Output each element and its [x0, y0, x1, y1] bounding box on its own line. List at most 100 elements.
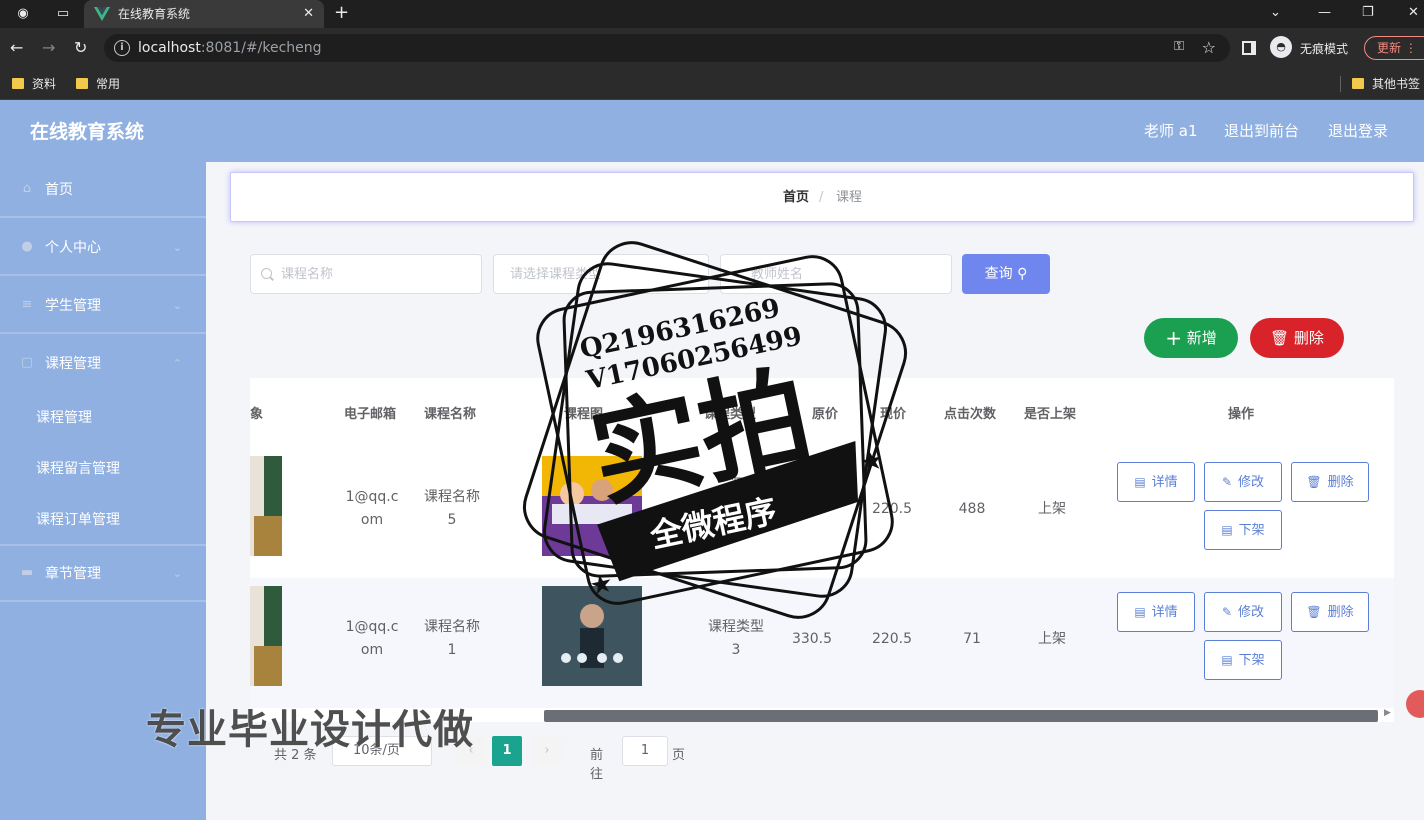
horizontal-scrollbar[interactable]: [544, 710, 1378, 722]
folder-icon: [76, 78, 88, 89]
table-row: 1@qq.c om 课程名称 1 课程类型 3 330.5 220.5 71 上架 ▤…: [250, 578, 1394, 708]
forward-icon[interactable]: →: [42, 38, 55, 58]
goto-label: 前往: [590, 748, 604, 782]
bookmark-divider: [1340, 76, 1341, 92]
prev-page-button[interactable]: ‹: [456, 736, 486, 766]
chevron-down-icon: ⌄: [172, 299, 182, 312]
goto-page-input[interactable]: 1: [622, 736, 668, 766]
delete-button[interactable]: 🗑 删除: [1291, 462, 1369, 502]
browser-tab-active[interactable]: 在线教育系统 ✕: [84, 0, 324, 28]
folder-icon: [1352, 78, 1364, 89]
side-panel-icon[interactable]: [1242, 41, 1256, 55]
globe-icon[interactable]: ◉: [14, 5, 32, 23]
page-number-active[interactable]: 1: [492, 736, 522, 766]
price-cell: 220.5: [871, 501, 913, 517]
bookmarks-bar: 资料 常用 其他书签: [0, 68, 1424, 100]
user-icon: ●: [21, 239, 33, 254]
breadcrumb-separator: /: [819, 190, 824, 205]
other-bookmarks[interactable]: 其他书签: [1352, 76, 1420, 92]
sidebar: ⌂ 首页 ● 个人中心 ⌄ ≡ 学生管理 ⌄ ▢ 课程管理 ⌃ 课程管理 课程留…: [0, 162, 206, 820]
price-cell: 220.5: [871, 631, 913, 647]
course-type-cell: 课: [729, 477, 743, 493]
browser-tab-strip: ◉ ▭ 在线教育系统 ✕ + ⌄ — ❐ ✕: [0, 0, 1424, 28]
book-icon: ▢: [20, 355, 34, 370]
update-button[interactable]: 更新 ⋮: [1364, 36, 1424, 60]
course-name-cell: 课程名称 1: [424, 619, 480, 658]
email-cell: 1@qq.c om: [345, 489, 399, 528]
sidebar-subitem-course-manage[interactable]: 课程管理: [0, 392, 206, 443]
sidebar-item-label: 课程管理: [45, 356, 101, 372]
course-image: [542, 586, 642, 686]
breadcrumb: 首页 / 课程: [230, 172, 1414, 222]
column-header: 现价: [880, 407, 907, 422]
status-cell: 上架: [1038, 501, 1066, 517]
plus-icon: +: [1165, 326, 1182, 350]
restore-icon[interactable]: ❐: [1362, 3, 1374, 23]
sidebar-item-label: 学生管理: [45, 298, 101, 314]
email-cell: 1@qq.c om: [345, 619, 399, 658]
table-row: 1@qq.c om 课程名称 5 课 220.5 488 上架 ▤ 详情 ✎ 修改 🗑 删…: [250, 448, 1394, 578]
teacher-name-input[interactable]: 教师姓名: [720, 254, 952, 294]
course-type-select[interactable]: 请选择课程类型: [493, 254, 709, 294]
column-header: 原价: [812, 407, 839, 422]
column-header: 操作: [1228, 407, 1255, 422]
window-icon[interactable]: ▭: [54, 5, 72, 23]
document-icon: ▤: [1134, 605, 1146, 619]
delete-button[interactable]: 🗑 删除: [1291, 592, 1369, 632]
trash-icon: 🗑: [1270, 329, 1290, 347]
info-icon[interactable]: i: [114, 40, 130, 56]
close-window-icon[interactable]: ✕: [1408, 3, 1419, 23]
offshelf-button[interactable]: ▤ 下架: [1204, 510, 1282, 550]
edit-button[interactable]: ✎ 修改: [1204, 462, 1282, 502]
batch-delete-button[interactable]: 🗑 删除: [1250, 318, 1344, 358]
course-type-placeholder: 请选择课程类型: [510, 267, 602, 282]
pencil-icon: ✎: [1221, 605, 1233, 619]
current-user: 老师 a1: [1144, 122, 1198, 140]
status-cell: 上架: [1038, 631, 1066, 647]
column-header: 课程名称: [424, 407, 477, 422]
minimize-icon[interactable]: —: [1318, 3, 1331, 23]
breadcrumb-home[interactable]: 首页: [783, 189, 809, 207]
app-title: 在线教育系统: [30, 121, 145, 143]
detail-button[interactable]: ▤ 详情: [1117, 462, 1195, 502]
sidebar-item-chapters[interactable]: ▬ 章节管理 ⌄: [0, 546, 206, 602]
bookmark-star-icon[interactable]: ☆: [1202, 38, 1216, 57]
sidebar-item-personal[interactable]: ● 个人中心 ⌄: [0, 220, 206, 276]
chevron-down-icon[interactable]: ⌄: [1270, 3, 1281, 23]
key-icon[interactable]: ⚿: [1174, 39, 1184, 54]
main-area: 首页 / 课程 课程名称 请选择课程类型 教师姓名 查询 ⚲ + 新增 🗑 删除…: [206, 162, 1424, 820]
sidebar-item-students[interactable]: ≡ 学生管理 ⌄: [0, 278, 206, 334]
sidebar-item-home[interactable]: ⌂ 首页: [0, 162, 206, 218]
search-icon: [261, 268, 272, 279]
add-button[interactable]: + 新增: [1144, 318, 1238, 358]
address-bar[interactable]: i localhost:8081/#/kecheng ⚿ ☆: [104, 34, 1230, 62]
query-button[interactable]: 查询 ⚲: [962, 254, 1050, 294]
original-price-cell: 330.5: [791, 631, 833, 647]
edit-button[interactable]: ✎ 修改: [1204, 592, 1282, 632]
reload-icon[interactable]: ↻: [74, 38, 87, 58]
chapter-icon: ▬: [20, 565, 34, 580]
sidebar-item-courses[interactable]: ▢ 课程管理 ⌃: [0, 336, 206, 392]
sidebar-subitem-course-comments[interactable]: 课程留言管理: [0, 443, 206, 494]
bookmark-folder-ziliao[interactable]: 资料: [12, 76, 56, 92]
sidebar-subitem-course-orders[interactable]: 课程订单管理: [0, 494, 206, 546]
new-tab-icon[interactable]: +: [334, 3, 349, 23]
scroll-right-icon[interactable]: ▶: [1384, 708, 1391, 718]
tab-close-icon[interactable]: ✕: [303, 5, 314, 23]
detail-button[interactable]: ▤ 详情: [1117, 592, 1195, 632]
page-size-select[interactable]: 10条/页: [332, 736, 432, 766]
vue-logo-icon: [94, 7, 110, 21]
back-to-front-link[interactable]: 退出到前台: [1224, 121, 1299, 141]
document-icon: ▤: [1134, 475, 1146, 489]
offshelf-button[interactable]: ▤ 下架: [1204, 640, 1282, 680]
logout-link[interactable]: 退出登录: [1328, 121, 1388, 141]
page-label: 页: [672, 748, 686, 763]
next-page-button[interactable]: ›: [532, 736, 562, 766]
course-type-cell: 课程类型 3: [708, 619, 764, 658]
teacher-name-placeholder: 教师姓名: [751, 267, 804, 282]
app-header: 在线教育系统 老师 a1 退出到前台 退出登录: [0, 100, 1424, 162]
bookmark-folder-changyong[interactable]: 常用: [76, 76, 120, 92]
back-icon[interactable]: ←: [10, 38, 23, 58]
course-name-input[interactable]: 课程名称: [250, 254, 482, 294]
clicks-cell: 488: [958, 501, 986, 517]
